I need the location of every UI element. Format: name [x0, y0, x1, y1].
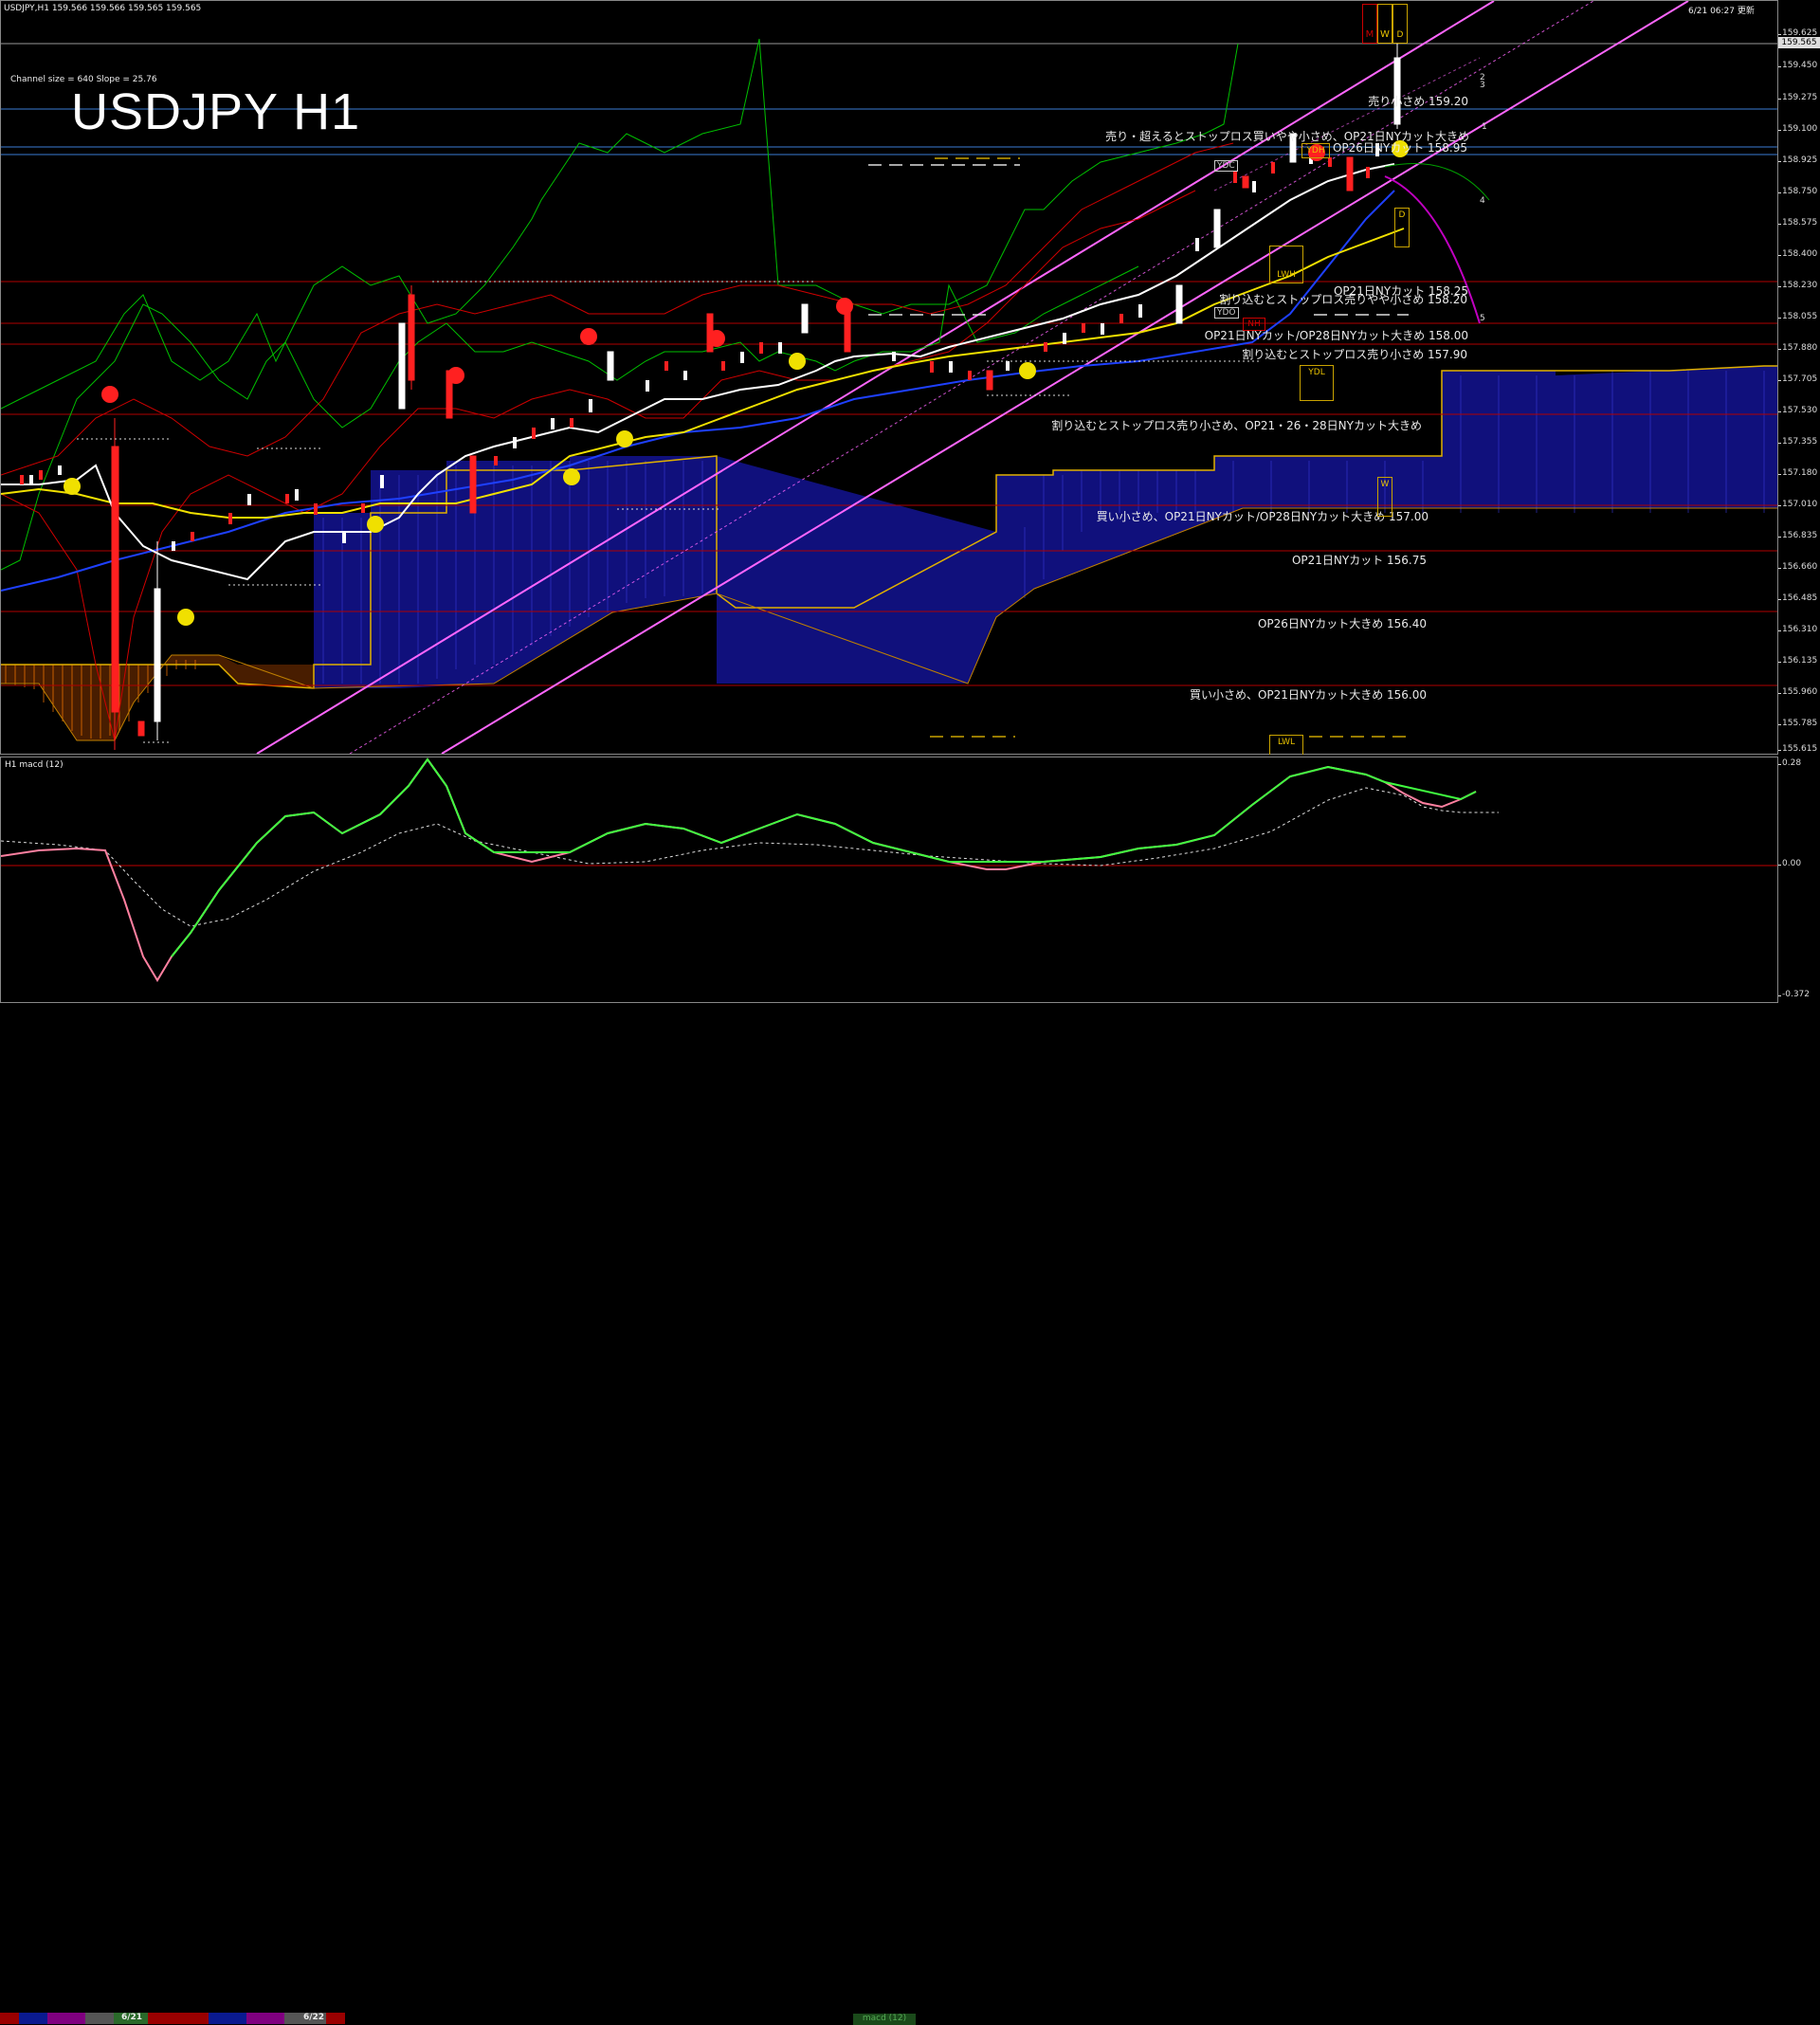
- session-bar: 6/21 6/22 macd (12): [0, 1005, 1820, 2025]
- note-dip-op: 割り込むとストップロス売り小さめ、OP21・26・28日NYカット大きめ: [1051, 419, 1422, 432]
- price-tick: 159.450: [1777, 61, 1818, 70]
- channel-label-1: 1: [1482, 122, 1487, 132]
- price-tick: 156.310: [1777, 625, 1818, 634]
- projection-curve-2: [1384, 163, 1490, 201]
- price-tick: 157.705: [1777, 374, 1818, 384]
- price-tick: 156.660: [1777, 562, 1818, 572]
- marker-month: M: [1362, 4, 1377, 44]
- session-segment: [19, 2013, 47, 2024]
- marker-nh: NH: [1243, 318, 1265, 331]
- price-tick: 159.100: [1777, 124, 1818, 134]
- macd-panel[interactable]: H1 macd (12): [0, 757, 1778, 1003]
- note-op26-15640: OP26日NYカット大きめ 156.40: [1257, 617, 1427, 630]
- session-segment: [326, 2013, 345, 2024]
- date-label: 6/21: [121, 2013, 143, 2022]
- ichimoku-cloud-bullish-2: [717, 366, 1777, 684]
- current-price-tag: 159.565: [1778, 37, 1820, 48]
- macd-signal-line: [1, 787, 1499, 927]
- price-tick: 156.135: [1777, 656, 1818, 666]
- price-tick: 158.575: [1777, 218, 1818, 228]
- macd-main-line: [1, 757, 1477, 982]
- marker-day: D: [1392, 4, 1408, 44]
- price-axis[interactable]: 159.625 159.450 159.275 159.100 158.925 …: [1777, 0, 1820, 755]
- price-tick: 155.960: [1777, 687, 1818, 697]
- marker-week: W: [1377, 4, 1392, 44]
- note-dip-15790: 割り込むとストップロス売り小さめ 157.90: [1242, 348, 1467, 361]
- price-tick: 159.275: [1777, 93, 1818, 102]
- macd-tick: 0.28: [1777, 758, 1802, 768]
- marker-ydh: YDH: [1301, 143, 1330, 158]
- note-op26-15895: OP26日NYカット 158.95: [1332, 141, 1467, 155]
- envelope-red-upper: [1, 142, 1234, 476]
- price-tick: 155.615: [1777, 744, 1818, 754]
- channel-label-4: 4: [1480, 196, 1485, 206]
- note-sell-15920: 売り小さめ 159.20: [1368, 95, 1468, 108]
- main-price-chart[interactable]: USDJPY,H1 159.566 159.566 159.565 159.56…: [0, 0, 1778, 755]
- marker-lwl: LWL: [1269, 735, 1303, 755]
- price-tick: 157.880: [1777, 343, 1818, 353]
- macd-main-green: [171, 757, 1477, 958]
- macd-canvas: [1, 757, 1777, 982]
- channel-label-5: 5: [1480, 314, 1485, 323]
- session-segment: [246, 2013, 284, 2024]
- price-tick: 157.010: [1777, 500, 1818, 509]
- macd-tick: -0.372: [1777, 990, 1811, 999]
- price-tick: 155.785: [1777, 719, 1818, 728]
- session-segment: [148, 2013, 209, 2024]
- marker-ydc: YDC: [1214, 160, 1238, 172]
- note-dip-15820: 割り込むとストップロス売りやや小さめ 158.20: [1219, 293, 1467, 306]
- marker-ydl: YDL: [1300, 365, 1334, 401]
- note-buy-15600: 買い小さめ、OP21日NYカット大きめ 156.00: [1189, 688, 1427, 702]
- marker-day-2: D: [1394, 208, 1410, 247]
- price-tick: 158.925: [1777, 155, 1818, 165]
- session-segment: [0, 2013, 19, 2024]
- session-segment: [209, 2013, 246, 2024]
- price-tick: 156.835: [1777, 531, 1818, 540]
- price-tick: 157.355: [1777, 437, 1818, 447]
- channel-label-3: 3: [1480, 81, 1485, 90]
- macd-tick: 0.00: [1777, 859, 1802, 868]
- macd-tab[interactable]: macd (12): [853, 2014, 916, 2025]
- price-tick: 158.230: [1777, 281, 1818, 290]
- price-tick: 158.750: [1777, 187, 1818, 196]
- symbol-price-line: USDJPY,H1 159.566 159.566 159.565 159.56…: [4, 4, 202, 13]
- date-label: 6/22: [303, 2013, 325, 2022]
- price-tick: 156.485: [1777, 593, 1818, 603]
- update-datetime: 6/21 06:27 更新: [1688, 7, 1755, 16]
- price-tick: 158.055: [1777, 312, 1818, 321]
- macd-axis: 0.28 0.00 -0.372: [1777, 757, 1820, 1003]
- price-tick: 158.400: [1777, 249, 1818, 259]
- marker-week-2: W: [1377, 477, 1392, 517]
- marker-ydo: YDO: [1214, 307, 1239, 319]
- price-tick: 157.180: [1777, 468, 1818, 478]
- note-op21-15675: OP21日NYカット 156.75: [1291, 554, 1427, 567]
- chart-title: USDJPY H1: [71, 83, 361, 140]
- price-tick: 157.530: [1777, 406, 1818, 415]
- session-segment: [85, 2013, 114, 2024]
- marker-lwh: LWH: [1269, 246, 1303, 283]
- session-segment: [47, 2013, 85, 2024]
